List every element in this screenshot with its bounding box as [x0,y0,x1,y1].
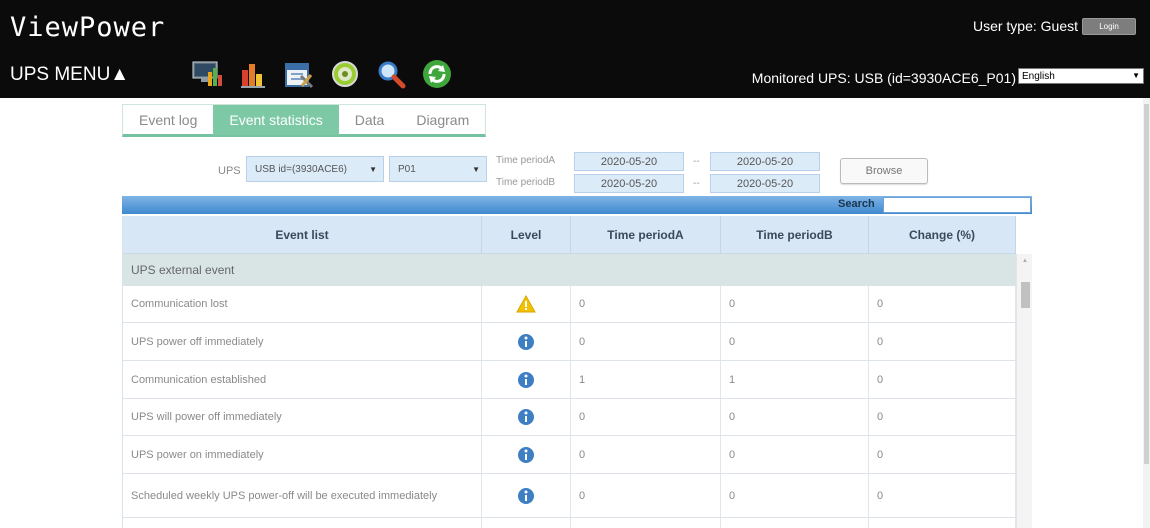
period-b-count: 1 [721,361,869,398]
column-header-change[interactable]: Change (%) [869,216,1016,254]
period-a-start-input[interactable]: 2020-05-20 [574,152,684,171]
period-a-count: 0 [571,399,721,435]
user-type-label: User type: Guest [972,18,1078,34]
table-row[interactable]: UPS power on immediately 0 0 0 [123,436,1016,474]
tab-event-log[interactable]: Event log [123,105,213,135]
event-name: Communication lost [123,286,482,322]
info-icon [482,474,571,517]
tab-data[interactable]: Data [339,105,401,135]
column-header-period-b[interactable]: Time periodB [721,216,869,254]
search-label: Search [838,198,875,210]
table-row[interactable]: UPS will power off immediately 0 0 0 [123,399,1016,436]
period-a-end-input[interactable]: 2020-05-20 [710,152,820,171]
page-scrollbar[interactable] [1143,98,1150,528]
table-body: Communication lost 0 0 0 UPS power off i… [123,286,1016,528]
browse-button[interactable]: Browse [840,158,928,184]
refresh-icon[interactable] [420,57,454,91]
change-percent: 0 [869,361,1016,398]
period-b-count: 0 [721,436,869,473]
column-header-period-a[interactable]: Time periodA [571,216,721,254]
chevron-down-icon: ▼ [472,164,480,174]
language-select[interactable]: English ▼ [1018,68,1144,84]
event-table: Event list Level Time periodA Time perio… [122,216,1032,528]
table-row[interactable]: Scheduled weekly UPS power-off will be e… [123,474,1016,518]
table-scrollbar-thumb[interactable] [1021,282,1030,308]
login-button[interactable]: Login [1082,18,1136,35]
period-b-start-input[interactable]: 2020-05-20 [574,174,684,193]
event-name: UPS will power off immediately [123,399,482,435]
monitor-chart-icon[interactable] [190,57,224,91]
event-name: Communication established [123,361,482,398]
language-select-value: English [1022,70,1055,82]
period-b-count [721,518,869,528]
ups-select[interactable]: USB id=(3930ACE6) ▼ [246,156,384,182]
event-name: UPS power off immediately [123,323,482,360]
settings-disc-icon[interactable] [328,57,362,91]
bar-chart-icon[interactable] [236,57,270,91]
period-a-count [571,518,721,528]
magnifier-icon[interactable] [374,57,408,91]
ups-menu-toggle[interactable]: UPS MENU▲ [10,64,129,86]
event-name: Scheduled weekly UPS power-off will be e… [123,474,482,517]
column-header-level[interactable]: Level [482,216,571,254]
tab-diagram[interactable]: Diagram [400,105,485,135]
ups-select-value: USB id=(3930ACE6) [255,163,347,175]
level-cell [482,518,571,528]
calendar-tools-icon[interactable] [282,57,316,91]
monitored-ups-label: Monitored UPS: USB (id=3930ACE6_P01) [751,70,1016,86]
table-header: Event list Level Time periodA Time perio… [123,216,1016,254]
tab-bar: Event log Event statistics Data Diagram [122,104,487,137]
period-b-label: Time periodB [496,177,556,188]
change-percent [869,518,1016,528]
change-percent: 0 [869,323,1016,360]
event-name: UPS power on immediately [123,436,482,473]
period-a-count: 1 [571,361,721,398]
period-a-label: Time periodA [496,155,556,166]
period-b-count: 0 [721,286,869,322]
scroll-up-icon[interactable]: ▲ [1022,258,1028,264]
info-icon [482,361,571,398]
period-a-count: 0 [571,286,721,322]
period-b-count: 0 [721,474,869,517]
change-percent: 0 [869,399,1016,435]
ups-label: UPS [218,165,241,177]
table-row[interactable] [123,518,1016,528]
table-row[interactable]: Communication lost 0 0 0 [123,286,1016,323]
info-icon [482,323,571,360]
period-b-separator: -- [693,178,700,189]
period-b-count: 0 [721,323,869,360]
period-a-count: 0 [571,474,721,517]
port-select-value: P01 [398,163,416,175]
group-row-external-event[interactable]: UPS external event [123,254,1016,286]
change-percent: 0 [869,474,1016,517]
toolbar-icons [190,56,454,92]
table-scrollbar[interactable]: ▲ [1016,254,1032,528]
app-header: ViewPower UPS MENU▲ User type: Guest Log… [0,0,1150,98]
search-input[interactable] [883,197,1031,213]
info-icon [482,436,571,473]
chevron-down-icon: ▼ [369,164,377,174]
change-percent: 0 [869,286,1016,322]
port-select[interactable]: P01 ▼ [389,156,487,182]
chevron-down-icon: ▼ [1132,71,1140,80]
period-a-separator: -- [693,156,700,167]
info-icon [482,399,571,435]
event-name [123,518,482,528]
page-scrollbar-thumb[interactable] [1144,104,1149,464]
period-a-count: 0 [571,436,721,473]
period-a-count: 0 [571,323,721,360]
change-percent: 0 [869,436,1016,473]
app-logo: ViewPower [10,12,166,43]
table-row[interactable]: UPS power off immediately 0 0 0 [123,323,1016,361]
period-b-count: 0 [721,399,869,435]
period-b-end-input[interactable]: 2020-05-20 [710,174,820,193]
warning-icon [482,286,571,322]
table-row[interactable]: Communication established 1 1 0 [123,361,1016,399]
tab-event-statistics[interactable]: Event statistics [213,105,339,135]
column-header-event[interactable]: Event list [123,216,482,254]
